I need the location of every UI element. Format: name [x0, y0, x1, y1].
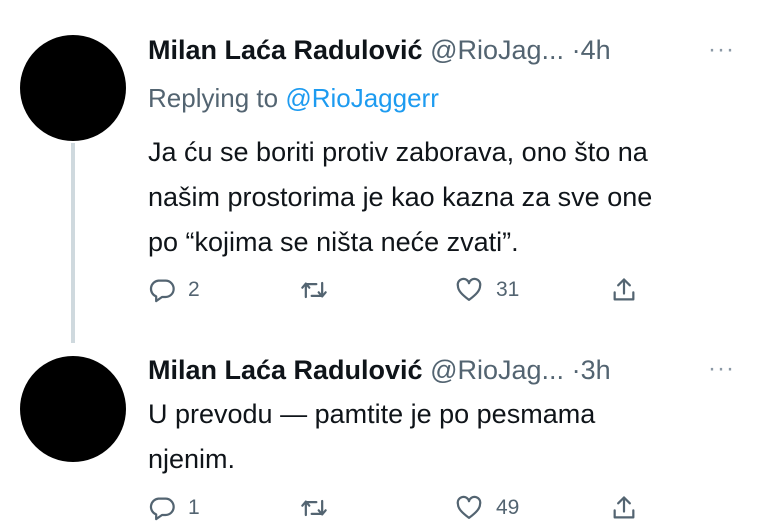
- heart-icon: [456, 277, 482, 302]
- tweet-text-line: po “kojima se ništa neće zvati”.: [148, 227, 519, 257]
- share-button[interactable]: [610, 488, 638, 528]
- tweet-text-line: U prevodu — pamtite je po pesmama: [148, 399, 596, 429]
- timestamp[interactable]: 4h: [581, 35, 611, 65]
- more-icon[interactable]: ···: [708, 38, 735, 62]
- retweet-icon: [301, 281, 327, 299]
- reply-icon: [149, 497, 175, 521]
- share-button[interactable]: [610, 270, 638, 310]
- tweet-text-line: Ja ću se boriti protiv zaborava, ono što…: [148, 137, 648, 167]
- reply-button[interactable]: 1: [148, 488, 200, 528]
- tweet-header: Milan Laća Radulović @RioJag... ·3h: [148, 353, 611, 387]
- avatar[interactable]: [20, 35, 126, 141]
- like-button[interactable]: 49: [454, 488, 519, 528]
- tweet-text-line: njenim.: [148, 444, 236, 474]
- reply-count: 1: [188, 496, 200, 519]
- tweet-text: U prevodu — pamtite je po pesmama njenim…: [148, 392, 595, 482]
- more-icon[interactable]: ···: [708, 357, 735, 381]
- separator: ·: [571, 355, 581, 385]
- author-name[interactable]: Milan Laća Radulović: [148, 355, 423, 385]
- reply-count: 2: [188, 278, 200, 301]
- retweet-icon: [301, 499, 327, 517]
- like-count: 31: [496, 278, 520, 301]
- heart-icon: [456, 495, 482, 520]
- replying-handle-link[interactable]: @RioJaggerr: [285, 83, 439, 113]
- tweet-1[interactable]: Milan Laća Radulović @RioJag... ·4h ··· …: [0, 0, 765, 343]
- replying-to: Replying to @RioJaggerr: [148, 82, 439, 114]
- tweet-header: Milan Laća Radulović @RioJag... ·4h: [148, 33, 611, 67]
- retweet-button[interactable]: [298, 270, 342, 310]
- thread-line: [71, 143, 75, 343]
- author-handle[interactable]: @RioJag...: [430, 35, 564, 65]
- like-button[interactable]: 31: [454, 270, 519, 310]
- replying-prefix: Replying to: [148, 83, 286, 113]
- separator: ·: [571, 35, 581, 65]
- timestamp[interactable]: 3h: [581, 355, 611, 385]
- action-bar: 2 31: [148, 270, 668, 310]
- like-count: 49: [496, 496, 520, 519]
- tweet-text-line: našim prostorima je kao kazna za sve one: [148, 182, 653, 212]
- avatar[interactable]: [20, 356, 126, 462]
- author-handle[interactable]: @RioJag...: [430, 355, 564, 385]
- share-icon: [613, 496, 635, 519]
- share-icon: [613, 278, 635, 301]
- tweet-text: Ja ću se boriti protiv zaborava, ono što…: [148, 130, 652, 265]
- author-name[interactable]: Milan Laća Radulović: [148, 35, 423, 65]
- retweet-button[interactable]: [298, 488, 342, 528]
- reply-button[interactable]: 2: [148, 270, 200, 310]
- action-bar: 1 49: [148, 488, 668, 528]
- reply-icon: [149, 279, 175, 303]
